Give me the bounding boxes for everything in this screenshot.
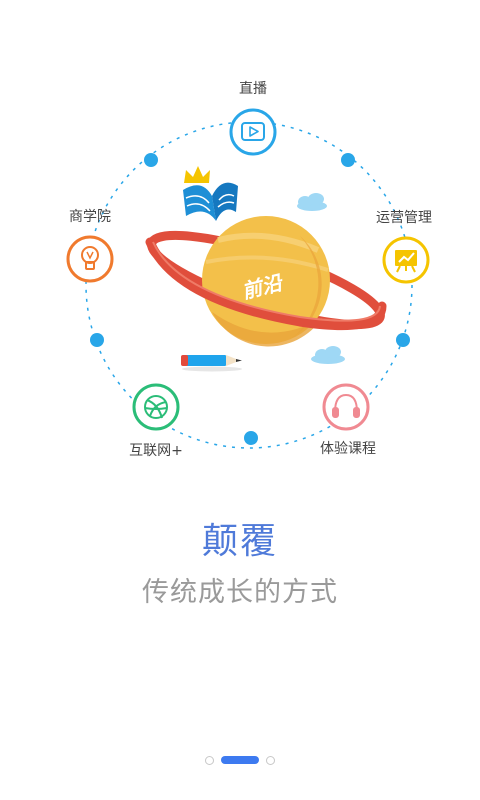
live-label[interactable]: 直播 <box>239 81 267 97</box>
subheadline: 传统成长的方式 <box>142 577 338 608</box>
crown-icon <box>184 166 210 183</box>
page-indicator <box>0 753 480 767</box>
cloud-icon <box>311 346 345 364</box>
orbit-dot <box>244 431 258 445</box>
business-school-label[interactable]: 商学院 <box>69 209 111 225</box>
live-node[interactable] <box>229 108 277 156</box>
page-dot-active[interactable] <box>221 756 259 764</box>
orbit-dot <box>396 333 410 347</box>
orbit-dot <box>144 153 158 167</box>
cloud-icon <box>297 193 327 211</box>
hero-illustration: 前沿 <box>66 108 430 449</box>
pencil-icon <box>181 355 242 372</box>
orbit-dot <box>90 333 104 347</box>
business-school-node[interactable] <box>66 235 114 283</box>
trial-course-node[interactable] <box>322 383 370 431</box>
book-icon <box>183 182 238 221</box>
headline: 颠覆 <box>201 521 278 562</box>
chart-board-icon <box>395 250 417 273</box>
page-dot[interactable] <box>266 755 275 765</box>
internet-plus-node[interactable] <box>132 383 180 431</box>
operations-label[interactable]: 运营管理 <box>376 210 432 226</box>
orbit-dot <box>341 153 355 167</box>
operations-node[interactable] <box>382 236 430 284</box>
page-dot[interactable] <box>205 755 214 765</box>
trial-course-label[interactable]: 体验课程 <box>320 441 376 457</box>
internet-plus-label[interactable]: 互联网+ <box>129 443 183 459</box>
